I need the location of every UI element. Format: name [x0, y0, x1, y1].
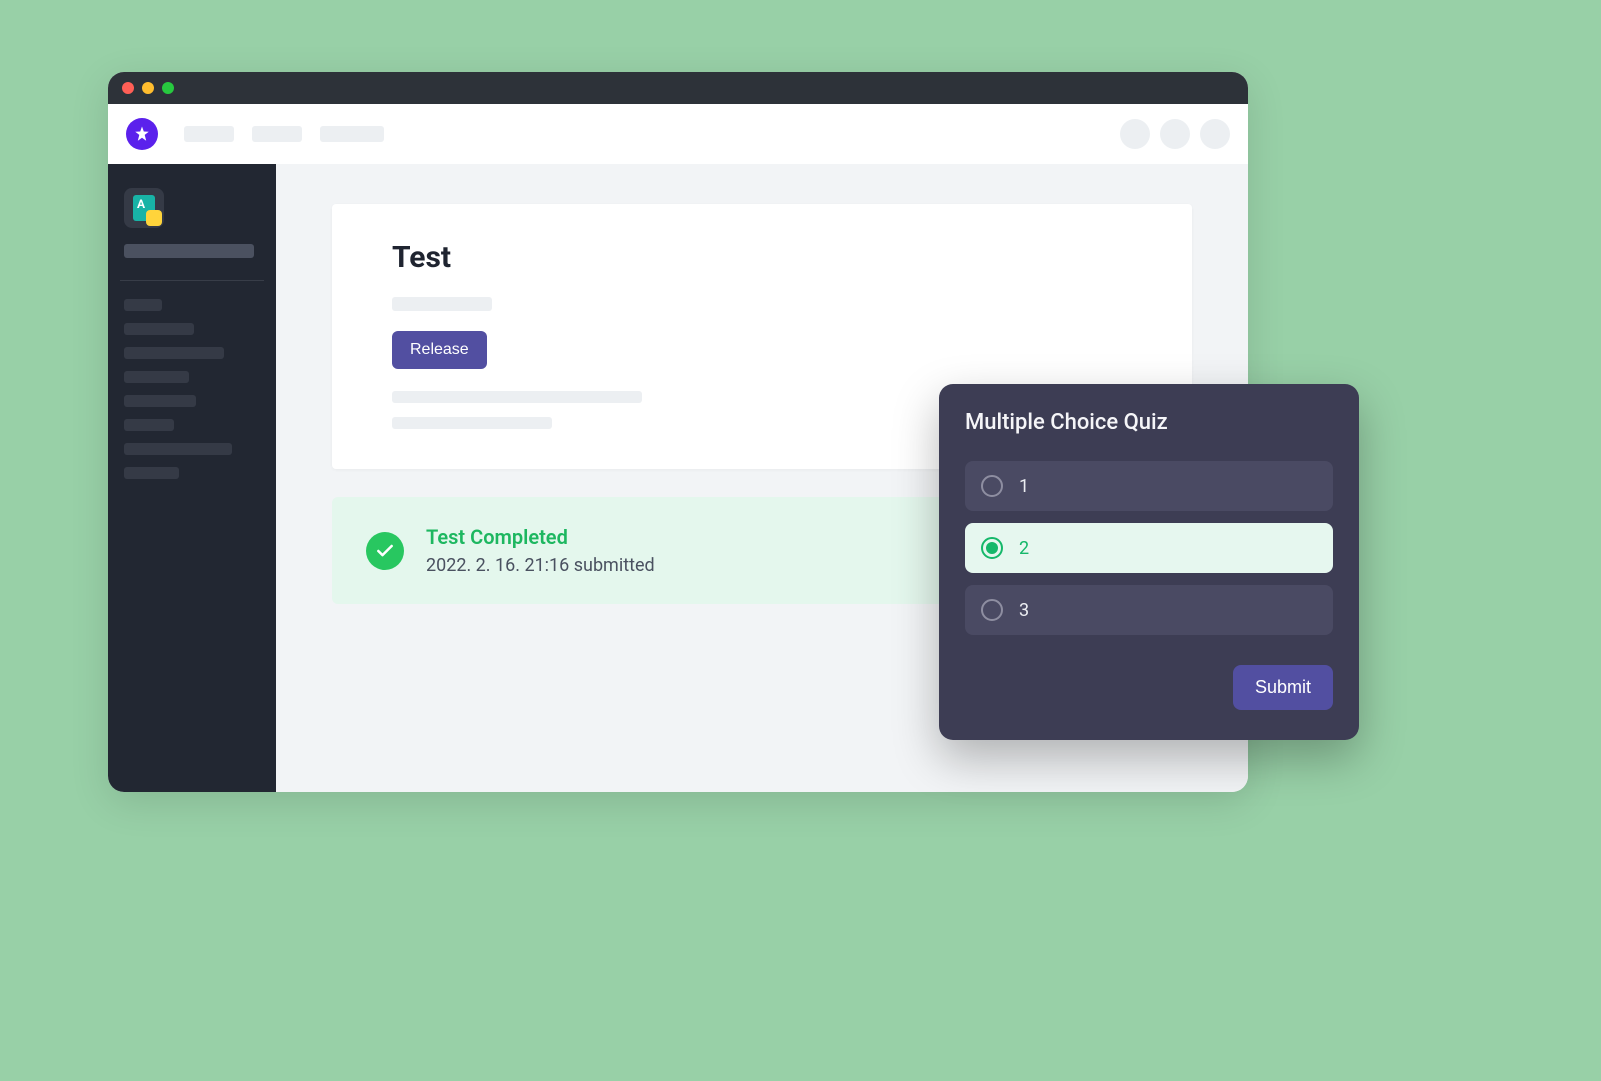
- nav-placeholder: [184, 126, 234, 142]
- course-icon[interactable]: [124, 188, 164, 228]
- radio-selected-icon: [981, 537, 1003, 559]
- sidebar-item-placeholder[interactable]: [124, 371, 189, 383]
- submit-button[interactable]: Submit: [1233, 665, 1333, 710]
- status-text: Test Completed 2022. 2. 16. 21:16 submit…: [426, 525, 655, 576]
- status-detail: 2022. 2. 16. 21:16 submitted: [426, 555, 655, 576]
- nav-placeholder: [320, 126, 384, 142]
- meta-placeholder: [392, 297, 492, 311]
- quiz-option-1[interactable]: 1: [965, 461, 1333, 511]
- topbar-action-placeholder[interactable]: [1160, 119, 1190, 149]
- body-placeholder: [392, 391, 642, 403]
- quiz-option-label: 2: [1019, 538, 1029, 559]
- window-titlebar: [108, 72, 1248, 104]
- release-button[interactable]: Release: [392, 331, 487, 369]
- body-placeholder: [392, 417, 552, 429]
- quiz-title: Multiple Choice Quiz: [965, 410, 1333, 435]
- sidebar-item-placeholder[interactable]: [124, 347, 224, 359]
- app-logo-icon[interactable]: [126, 118, 158, 150]
- topbar-action-placeholder[interactable]: [1120, 119, 1150, 149]
- sidebar: [108, 164, 276, 792]
- window-close-icon[interactable]: [122, 82, 134, 94]
- sidebar-item-placeholder[interactable]: [124, 419, 174, 431]
- sidebar-item-placeholder[interactable]: [124, 395, 196, 407]
- quiz-option-label: 3: [1019, 600, 1029, 621]
- check-circle-icon: [366, 532, 404, 570]
- radio-icon: [981, 599, 1003, 621]
- sidebar-item-placeholder[interactable]: [124, 443, 232, 455]
- sidebar-title-placeholder: [124, 244, 254, 258]
- status-heading: Test Completed: [426, 525, 655, 549]
- topbar-actions: [1120, 119, 1230, 149]
- sidebar-item-placeholder[interactable]: [124, 323, 194, 335]
- quiz-panel: Multiple Choice Quiz 1 2 3 Submit: [939, 384, 1359, 740]
- quiz-option-3[interactable]: 3: [965, 585, 1333, 635]
- avatar[interactable]: [1200, 119, 1230, 149]
- sidebar-item-placeholder[interactable]: [124, 467, 179, 479]
- page-title: Test: [392, 240, 1132, 275]
- quiz-option-label: 1: [1019, 476, 1029, 497]
- radio-icon: [981, 475, 1003, 497]
- sidebar-item-placeholder[interactable]: [124, 299, 162, 311]
- sidebar-divider: [120, 280, 264, 281]
- window-maximize-icon[interactable]: [162, 82, 174, 94]
- quiz-option-2[interactable]: 2: [965, 523, 1333, 573]
- top-nav: [108, 104, 1248, 164]
- nav-placeholder: [252, 126, 302, 142]
- window-minimize-icon[interactable]: [142, 82, 154, 94]
